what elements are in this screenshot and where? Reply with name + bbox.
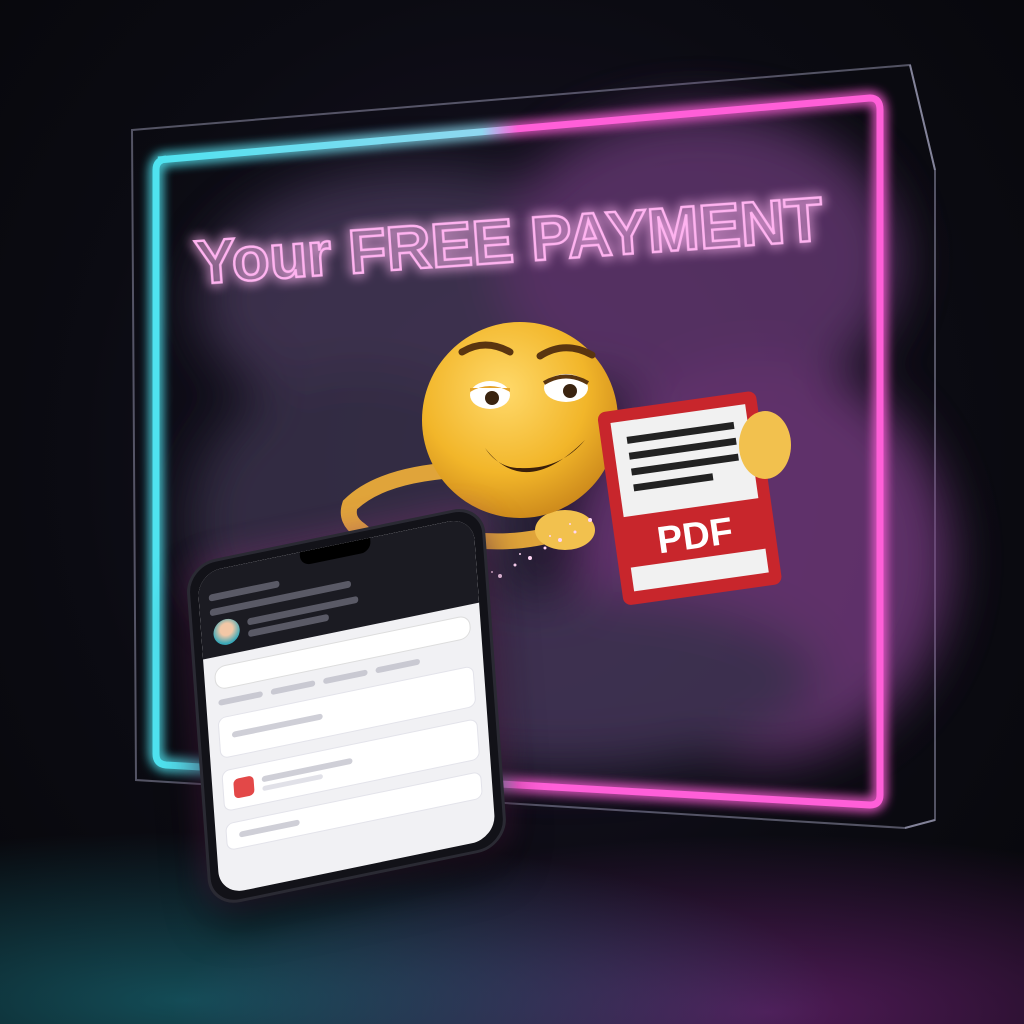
phone-notch [299, 537, 372, 566]
tab[interactable] [375, 658, 421, 674]
tab[interactable] [270, 680, 316, 696]
smartphone [185, 503, 508, 909]
tab[interactable] [323, 669, 368, 685]
phone-screen [196, 516, 497, 896]
avatar [212, 616, 241, 648]
app-icon [233, 775, 255, 799]
tab[interactable] [218, 690, 263, 706]
hand-right [739, 411, 791, 479]
